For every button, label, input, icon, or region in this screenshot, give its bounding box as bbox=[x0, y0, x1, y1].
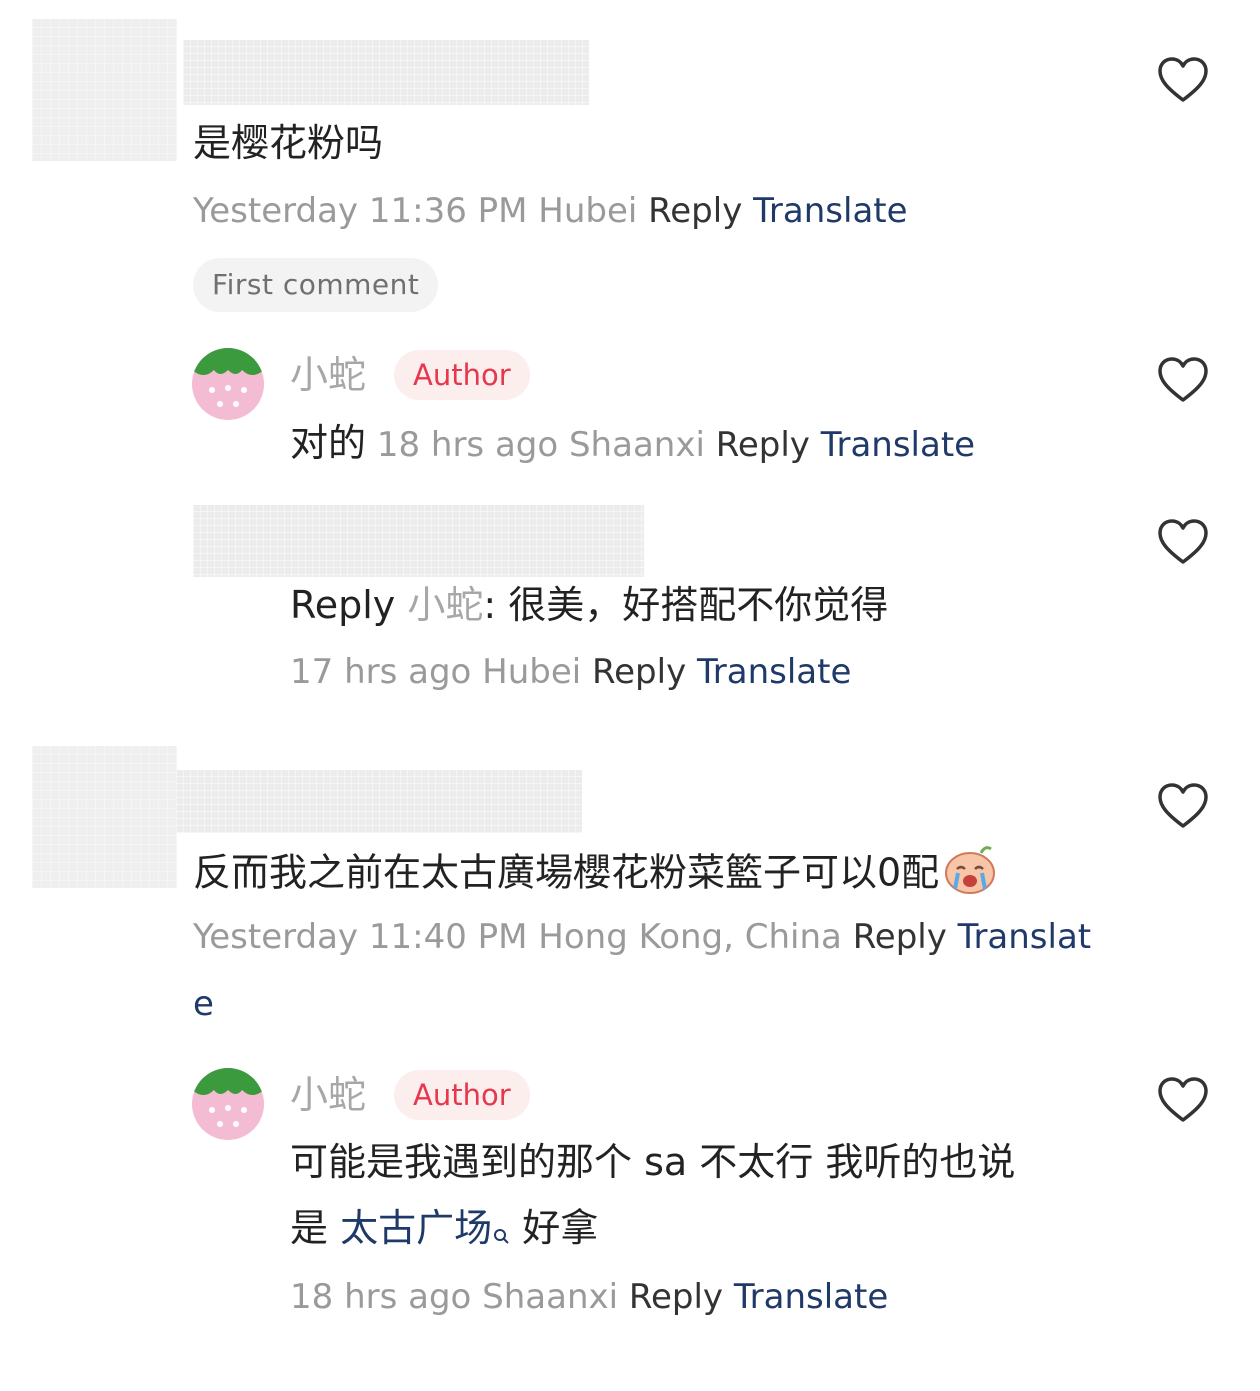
reply-text-line1: 可能是我遇到的那个 sa 不太行 我听的也说 bbox=[290, 1140, 1016, 1184]
reply-meta-row: 17 hrs ago Hubei Reply Translate bbox=[290, 650, 851, 694]
reply-button[interactable]: Reply bbox=[716, 425, 810, 465]
comment-text: 是樱花粉吗 bbox=[193, 121, 384, 165]
search-icon bbox=[492, 1207, 510, 1257]
username[interactable]: 小蛇 bbox=[290, 1070, 366, 1120]
reply-meta: 17 hrs ago Hubei bbox=[290, 652, 582, 692]
strawberry-avatar-icon bbox=[192, 348, 264, 420]
author-badge: Author bbox=[394, 1070, 530, 1120]
comment-meta: Yesterday 11:40 PM Hong Kong, China bbox=[193, 917, 842, 957]
reply-button[interactable]: Reply bbox=[592, 652, 686, 692]
translate-button[interactable]: Translat bbox=[958, 917, 1091, 957]
username-blurred[interactable] bbox=[183, 40, 589, 105]
reply-text: 对的 bbox=[290, 421, 367, 465]
reply-text-row: 对的 18 hrs ago Shaanxi Reply Translate bbox=[290, 421, 975, 467]
first-comment-badge: First comment bbox=[193, 258, 439, 312]
username-blurred[interactable] bbox=[176, 770, 582, 833]
strawberry-avatar-icon bbox=[192, 1068, 264, 1140]
reply-meta: 18 hrs ago Shaanxi bbox=[376, 425, 705, 465]
crying-face-emoji bbox=[941, 843, 999, 907]
translate-button[interactable]: Translate bbox=[697, 652, 851, 692]
avatar-blurred[interactable] bbox=[32, 746, 177, 888]
reply-text: : 很美，好搭配不你觉得 bbox=[483, 583, 889, 627]
reply-button[interactable]: Reply bbox=[648, 191, 742, 231]
comment-meta-row: Yesterday 11:40 PM Hong Kong, China Repl… bbox=[193, 915, 1091, 959]
reply-to-username[interactable]: 小蛇 bbox=[407, 583, 483, 627]
reply-text-suffix: 好拿 bbox=[522, 1206, 599, 1250]
reply-prefix: Reply bbox=[290, 583, 396, 627]
reply-button[interactable]: Reply bbox=[629, 1277, 723, 1317]
like-heart-icon[interactable] bbox=[1157, 56, 1209, 104]
translate-button-wrap[interactable]: e bbox=[193, 982, 214, 1026]
like-heart-icon[interactable] bbox=[1157, 518, 1209, 566]
like-heart-icon[interactable] bbox=[1157, 1076, 1209, 1124]
reply-user-blurred[interactable] bbox=[193, 505, 644, 577]
reply-text-row: Reply 小蛇: 很美，好搭配不你觉得 bbox=[290, 580, 888, 630]
reply-button[interactable]: Reply bbox=[853, 917, 947, 957]
avatar-blurred[interactable] bbox=[32, 19, 177, 161]
translate-button[interactable]: Translate bbox=[734, 1277, 888, 1317]
username[interactable]: 小蛇 bbox=[290, 350, 366, 400]
search-link[interactable]: 太古广场 bbox=[340, 1206, 510, 1250]
author-avatar[interactable] bbox=[192, 348, 264, 420]
comment-text-row: 反而我之前在太古廣場櫻花粉菜籃子可以0配 bbox=[193, 843, 999, 907]
translate-button[interactable]: Translate bbox=[753, 191, 907, 231]
comment-meta-row: Yesterday 11:36 PM Hubei Reply Translate bbox=[193, 189, 908, 233]
like-heart-icon[interactable] bbox=[1157, 356, 1209, 404]
translate-button[interactable]: Translate bbox=[821, 425, 975, 465]
reply-meta-row: 18 hrs ago Shaanxi Reply Translate bbox=[290, 1275, 888, 1319]
search-link-label: 太古广场 bbox=[340, 1206, 493, 1250]
comment-text: 反而我之前在太古廣場櫻花粉菜籃子可以0配 bbox=[193, 850, 940, 895]
author-badge: Author bbox=[394, 350, 530, 400]
reply-text-prefix: 是 bbox=[290, 1206, 329, 1250]
reply-text-line2: 是 太古广场 好拿 bbox=[290, 1203, 598, 1257]
reply-meta: 18 hrs ago Shaanxi bbox=[290, 1277, 619, 1317]
author-avatar[interactable] bbox=[192, 1068, 264, 1140]
like-heart-icon[interactable] bbox=[1157, 782, 1209, 830]
comment-meta: Yesterday 11:36 PM Hubei bbox=[193, 191, 638, 231]
